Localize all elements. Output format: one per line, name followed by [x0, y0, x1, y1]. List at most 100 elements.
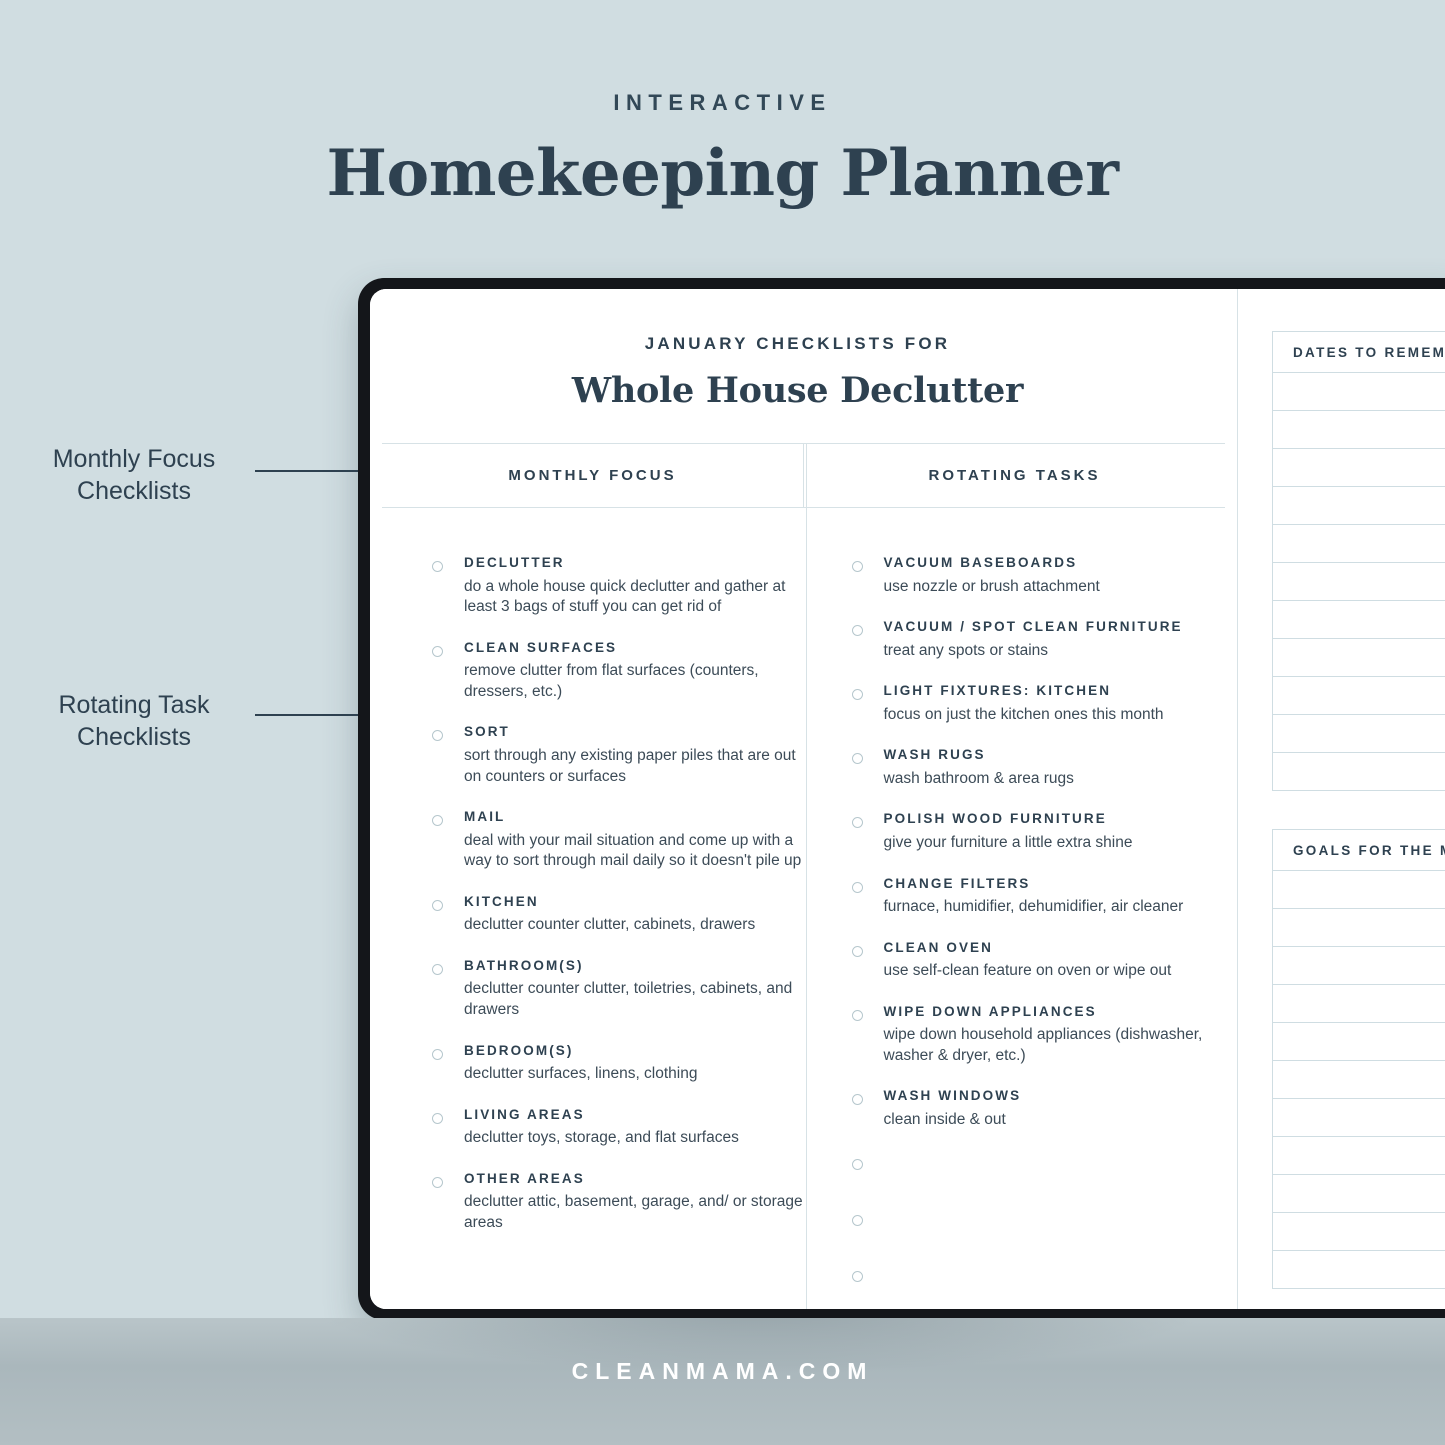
checklist-item[interactable]: WASH WINDOWS clean inside & out	[851, 1089, 1226, 1130]
checklist-item[interactable]: WIPE DOWN APPLIANCES wipe down household …	[851, 1005, 1226, 1067]
checkbox-circle-icon[interactable]	[851, 561, 863, 572]
checkbox-circle-icon[interactable]	[851, 1094, 863, 1106]
checklist-item-description: sort through any existing paper piles th…	[464, 746, 796, 785]
panel-title: GOALS FOR THE MONTH	[1293, 842, 1445, 858]
checkbox-circle-icon[interactable]	[851, 1214, 863, 1226]
checklist-item-description: declutter surfaces, linens, clothing	[464, 1065, 698, 1083]
checklist-item-body: BATHROOM(S) declutter counter clutter, to…	[443, 959, 804, 1021]
checkbox-circle-icon[interactable]	[432, 815, 443, 827]
panel-write-in-row[interactable]	[1273, 448, 1445, 486]
checklist-item-body: MAIL deal with your mail situation and co…	[443, 810, 804, 872]
checkbox-circle-icon[interactable]	[432, 899, 443, 911]
checkbox-circle-icon[interactable]	[851, 817, 863, 829]
checklist-item[interactable]: BEDROOM(S) declutter surfaces, linens, cl…	[432, 1044, 804, 1085]
checklist-item[interactable]	[851, 1154, 1226, 1170]
checklist-item-description: wash bathroom & area rugs	[883, 769, 1074, 787]
checkbox-circle-icon[interactable]	[851, 1158, 863, 1170]
checkbox-circle-icon[interactable]	[851, 945, 863, 957]
panel-write-in-row[interactable]	[1273, 600, 1445, 638]
checklist-item-description: declutter toys, storage, and flat surfac…	[464, 1129, 739, 1147]
checkbox-circle-icon[interactable]	[432, 1176, 443, 1188]
checklist-item-body: VACUUM / SPOT CLEAN FURNITURE treat any s…	[863, 620, 1183, 661]
checklist-page: JANUARY CHECKLISTS FOR Whole House Declu…	[370, 289, 1225, 1309]
checkbox-circle-icon[interactable]	[432, 561, 443, 572]
checklist-item-title: BEDROOM(S)	[464, 1042, 574, 1058]
checklist-item-title: OTHER AREAS	[464, 1170, 585, 1186]
checkbox-circle-icon[interactable]	[851, 1009, 863, 1021]
checklist-item[interactable]: KITCHEN declutter counter clutter, cabine…	[432, 895, 804, 936]
checklist-item[interactable]: POLISH WOOD FURNITURE give your furniture…	[851, 812, 1226, 853]
panel-write-in-row[interactable]	[1273, 372, 1445, 410]
checklist-item[interactable]: CLEAN OVEN use self-clean feature on oven…	[851, 941, 1226, 982]
checklist-item-body: BEDROOM(S) declutter surfaces, linens, cl…	[443, 1044, 697, 1085]
panel-write-in-row[interactable]	[1273, 870, 1445, 908]
panel-write-in-row[interactable]	[1273, 562, 1445, 600]
checklist-item-description: declutter attic, basement, garage, and/ …	[464, 1193, 803, 1232]
checklist-item[interactable]	[851, 1266, 1226, 1282]
panel-write-in-row[interactable]	[1273, 946, 1445, 984]
checkbox-circle-icon[interactable]	[432, 645, 443, 657]
panel-write-in-row[interactable]	[1273, 1250, 1445, 1288]
checklist-item[interactable]: CHANGE FILTERS furnace, humidifier, dehum…	[851, 877, 1226, 918]
checklist-item[interactable]: LIVING AREAS declutter toys, storage, and…	[432, 1108, 804, 1149]
checklist-item-title: KITCHEN	[464, 893, 539, 909]
checklist-item[interactable]: SORT sort through any existing paper pile…	[432, 725, 804, 787]
panel-write-in-row[interactable]	[1273, 410, 1445, 448]
panel-write-in-row[interactable]	[1273, 1136, 1445, 1174]
panel-write-in-row[interactable]	[1273, 638, 1445, 676]
checklist-item-body: KITCHEN declutter counter clutter, cabine…	[443, 895, 755, 936]
checklist-item-description: furnace, humidifier, dehumidifier, air c…	[883, 898, 1184, 916]
checklist-item-title: MAIL	[464, 809, 506, 825]
checklist-item-body: DECLUTTER do a whole house quick declutte…	[443, 556, 804, 618]
panel-write-in-row[interactable]	[1273, 1022, 1445, 1060]
side-panels: DATES TO REMEMBER GOALS FOR THE MONTH	[1272, 289, 1445, 1309]
checkbox-circle-icon[interactable]	[432, 1112, 443, 1124]
checklist-item-title: LIVING AREAS	[464, 1106, 585, 1122]
checklist-item-body: WIPE DOWN APPLIANCES wipe down household …	[863, 1005, 1226, 1067]
checkbox-circle-icon[interactable]	[851, 625, 863, 637]
checklist-item-body: SORT sort through any existing paper pile…	[443, 725, 804, 787]
checkbox-circle-icon[interactable]	[851, 1270, 863, 1282]
checklist-header: JANUARY CHECKLISTS FOR Whole House Declu…	[370, 289, 1225, 411]
panel-write-in-row[interactable]	[1273, 752, 1445, 790]
panel-write-in-row[interactable]	[1273, 486, 1445, 524]
panel-write-in-row[interactable]	[1273, 714, 1445, 752]
checklist-item-body: LIVING AREAS declutter toys, storage, and…	[443, 1108, 739, 1149]
checklist-item[interactable]: VACUUM / SPOT CLEAN FURNITURE treat any s…	[851, 620, 1226, 661]
panel-write-in-row[interactable]	[1273, 984, 1445, 1022]
checklist-item-description: deal with your mail situation and come u…	[464, 831, 802, 870]
checklist-item[interactable]: LIGHT FIXTURES: KITCHEN focus on just the…	[851, 683, 1226, 725]
checkbox-circle-icon[interactable]	[432, 730, 443, 742]
panel-write-in-row[interactable]	[1273, 676, 1445, 714]
checklist-item[interactable]: WASH RUGS wash bathroom & area rugs	[851, 748, 1226, 789]
checkbox-circle-icon[interactable]	[432, 1048, 443, 1060]
checkbox-circle-icon[interactable]	[851, 881, 863, 893]
panel-write-in-row[interactable]	[1273, 524, 1445, 562]
column-header-rotating-tasks: ROTATING TASKS	[803, 444, 1225, 507]
checklist-item-body: POLISH WOOD FURNITURE give your furniture…	[863, 812, 1133, 853]
checklist-item-title: VACUUM BASEBOARDS	[883, 555, 1078, 570]
panel-title: DATES TO REMEMBER	[1293, 344, 1445, 360]
panel-write-in-row[interactable]	[1273, 1212, 1445, 1250]
checkbox-circle-icon[interactable]	[851, 689, 863, 701]
panel-write-in-row[interactable]	[1273, 1060, 1445, 1098]
checklist-item[interactable]	[851, 1210, 1226, 1226]
checkbox-circle-icon[interactable]	[432, 963, 443, 975]
checklist-item-description: wipe down household appliances (dishwash…	[883, 1026, 1203, 1064]
annotation-monthly-focus: Monthly Focus Checklists	[14, 444, 254, 507]
panel-write-in-row[interactable]	[1273, 908, 1445, 946]
checklist-item[interactable]: MAIL deal with your mail situation and co…	[432, 810, 804, 872]
checklist-item[interactable]: CLEAN SURFACES remove clutter from flat s…	[432, 641, 804, 703]
panel-write-in-row[interactable]	[1273, 1098, 1445, 1136]
checklist-item[interactable]: DECLUTTER do a whole house quick declutte…	[432, 556, 804, 618]
panel-write-in-row[interactable]	[1273, 1174, 1445, 1212]
checklist-item[interactable]: VACUUM BASEBOARDS use nozzle or brush att…	[851, 555, 1226, 597]
checklist-item[interactable]: BATHROOM(S) declutter counter clutter, to…	[432, 959, 804, 1021]
footer-site-url: CLEANMAMA.COM	[571, 1358, 874, 1384]
checklist-item-body: CLEAN SURFACES remove clutter from flat s…	[443, 641, 804, 703]
checklist-item-body: CHANGE FILTERS furnace, humidifier, dehum…	[863, 877, 1184, 918]
checklist-item[interactable]: OTHER AREAS declutter attic, basement, ga…	[432, 1172, 804, 1234]
checkbox-circle-icon[interactable]	[851, 753, 863, 765]
panel-dates-to-remember: DATES TO REMEMBER	[1272, 331, 1445, 791]
checklist-item-title: LIGHT FIXTURES: KITCHEN	[883, 683, 1112, 699]
